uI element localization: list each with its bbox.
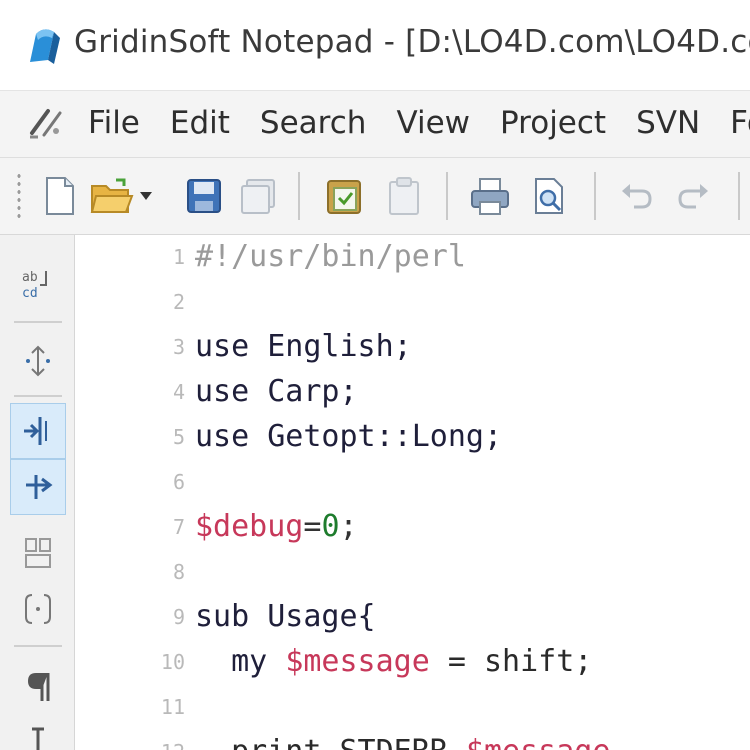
sidebar-separator (14, 645, 62, 647)
code-text: print STDERR $message (195, 730, 610, 750)
code-token: 0 (321, 509, 340, 544)
paste-icon[interactable] (318, 170, 370, 222)
svg-text:ab: ab (22, 270, 38, 285)
code-line[interactable]: 6 (75, 460, 750, 504)
line-number: 5 (172, 425, 185, 449)
line-spacing-icon[interactable] (10, 333, 66, 389)
notepad-window: GridinSoft Notepad - [D:\LO4D.com\LO4D.c… (0, 0, 750, 750)
text-cursor-icon[interactable] (10, 713, 66, 750)
code-token: = (303, 509, 322, 544)
clipboard-icon[interactable] (378, 170, 430, 222)
toolbar-grip[interactable] (16, 172, 22, 220)
side-toolbar: ab cd (0, 235, 75, 750)
code-token: = shift; (429, 644, 593, 679)
indent-icon[interactable] (10, 403, 66, 459)
code-text: use Getopt::Long; (195, 415, 502, 459)
code-line[interactable]: 3 use English; (75, 325, 750, 369)
toolbar-separator (594, 172, 596, 220)
code-token: use Getopt::Long; (195, 419, 503, 454)
redo-icon[interactable] (668, 170, 720, 222)
code-text: use English; (195, 325, 412, 369)
code-text: $debug=0; (195, 505, 358, 549)
code-text: #!/usr/bin/perl (195, 235, 466, 279)
new-file-icon[interactable] (34, 170, 86, 222)
menu-item-edit[interactable]: Edit (170, 105, 230, 141)
line-number: 7 (172, 515, 185, 539)
code-line[interactable]: 9 sub Usage{ (75, 595, 750, 639)
brackets-icon[interactable] (10, 581, 66, 637)
print-icon[interactable] (464, 170, 516, 222)
menu-bar: File Edit Search View Project SVN Forr (0, 91, 750, 158)
menu-item-file[interactable]: File (88, 105, 140, 141)
line-number: 8 (172, 560, 185, 584)
line-number: 12 (135, 730, 185, 750)
code-editor[interactable]: 1 #!/usr/bin/perl 2 3 use English; 4 use Carp;… (75, 235, 750, 750)
menu-item-svn[interactable]: SVN (636, 105, 700, 141)
code-line[interactable]: 5 use Getopt::Long; (75, 415, 750, 459)
code-token: my (195, 644, 286, 679)
code-token: use Carp; (195, 374, 358, 409)
code-line[interactable]: 1 #!/usr/bin/perl (75, 235, 750, 279)
line-number: 6 (172, 470, 185, 494)
line-number: 2 (172, 290, 185, 314)
code-token: $message (285, 644, 430, 679)
unindent-icon[interactable] (10, 459, 66, 515)
title-bar: GridinSoft Notepad - [D:\LO4D.com\LO4D.c… (0, 0, 750, 91)
columns-icon[interactable] (10, 525, 66, 581)
menu-item-forr[interactable]: Forr (730, 105, 750, 141)
toolbar-separator (738, 172, 740, 220)
code-line[interactable]: 8 (75, 550, 750, 594)
toolbar-separator (298, 172, 300, 220)
svg-text:cd: cd (22, 286, 38, 301)
sidebar-separator (14, 395, 62, 397)
open-folder-icon[interactable] (86, 170, 138, 222)
menu-items: File Edit Search View Project SVN Forr (88, 105, 750, 141)
dropdown-arrow-icon[interactable] (134, 170, 158, 222)
code-line[interactable]: 7 $debug=0; (75, 505, 750, 549)
code-line[interactable]: 12 print STDERR $message (75, 730, 750, 750)
menu-item-search[interactable]: Search (260, 105, 367, 141)
window-title: GridinSoft Notepad - [D:\LO4D.com\LO4D.c… (74, 24, 750, 60)
line-number: 1 (172, 245, 185, 269)
word-wrap-icon[interactable]: ab cd (10, 255, 66, 311)
menu-item-project[interactable]: Project (500, 105, 606, 141)
undo-icon[interactable] (610, 170, 662, 222)
code-line[interactable]: 4 use Carp; (75, 370, 750, 414)
code-text: use Carp; (195, 370, 358, 414)
code-line[interactable]: 11 (75, 685, 750, 729)
code-line[interactable]: 2 (75, 280, 750, 324)
code-token: use English; (195, 329, 412, 364)
line-number: 4 (172, 380, 185, 404)
line-number: 10 (160, 650, 185, 674)
line-number: 3 (172, 335, 185, 359)
line-number: 9 (172, 605, 185, 629)
code-token: print STDERR (195, 734, 466, 750)
save-icon[interactable] (178, 170, 230, 222)
menu-item-view[interactable]: View (396, 105, 470, 141)
code-token: sub Usage{ (195, 599, 376, 634)
code-token: ; (339, 509, 358, 544)
code-token: $debug (195, 509, 304, 544)
save-all-icon[interactable] (232, 170, 284, 222)
code-text: my $message = shift; (195, 640, 592, 684)
print-preview-icon[interactable] (524, 170, 576, 222)
code-token: $message (466, 734, 611, 750)
sidebar-separator (14, 321, 62, 323)
code-line[interactable]: 10 my $message = shift; (75, 640, 750, 684)
toolbar-separator (446, 172, 448, 220)
line-number: 11 (160, 695, 185, 719)
brush-icon[interactable] (26, 103, 68, 143)
toolbar (0, 158, 750, 235)
paragraph-icon[interactable] (10, 659, 66, 715)
code-token: #!/usr/bin/perl (195, 239, 466, 274)
code-text: sub Usage{ (195, 595, 376, 639)
gridinsoft-logo-icon (30, 29, 60, 64)
